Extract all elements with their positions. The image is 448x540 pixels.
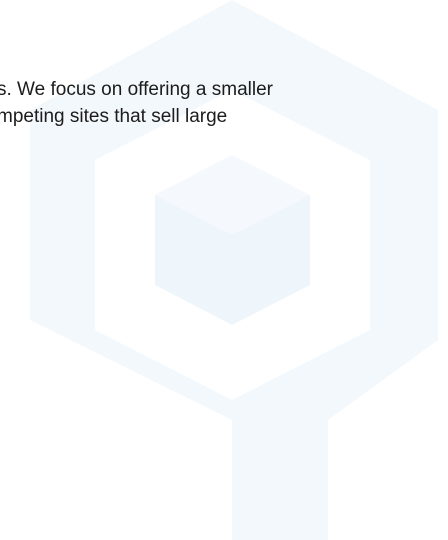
paragraph-line: s. We focus on offering a smaller xyxy=(0,79,273,100)
body-paragraph: s. We focus on offering a smaller mpetin… xyxy=(0,76,448,130)
page: s. We focus on offering a smaller mpetin… xyxy=(0,0,448,540)
paragraph-line: mpeting sites that sell large xyxy=(0,106,228,127)
